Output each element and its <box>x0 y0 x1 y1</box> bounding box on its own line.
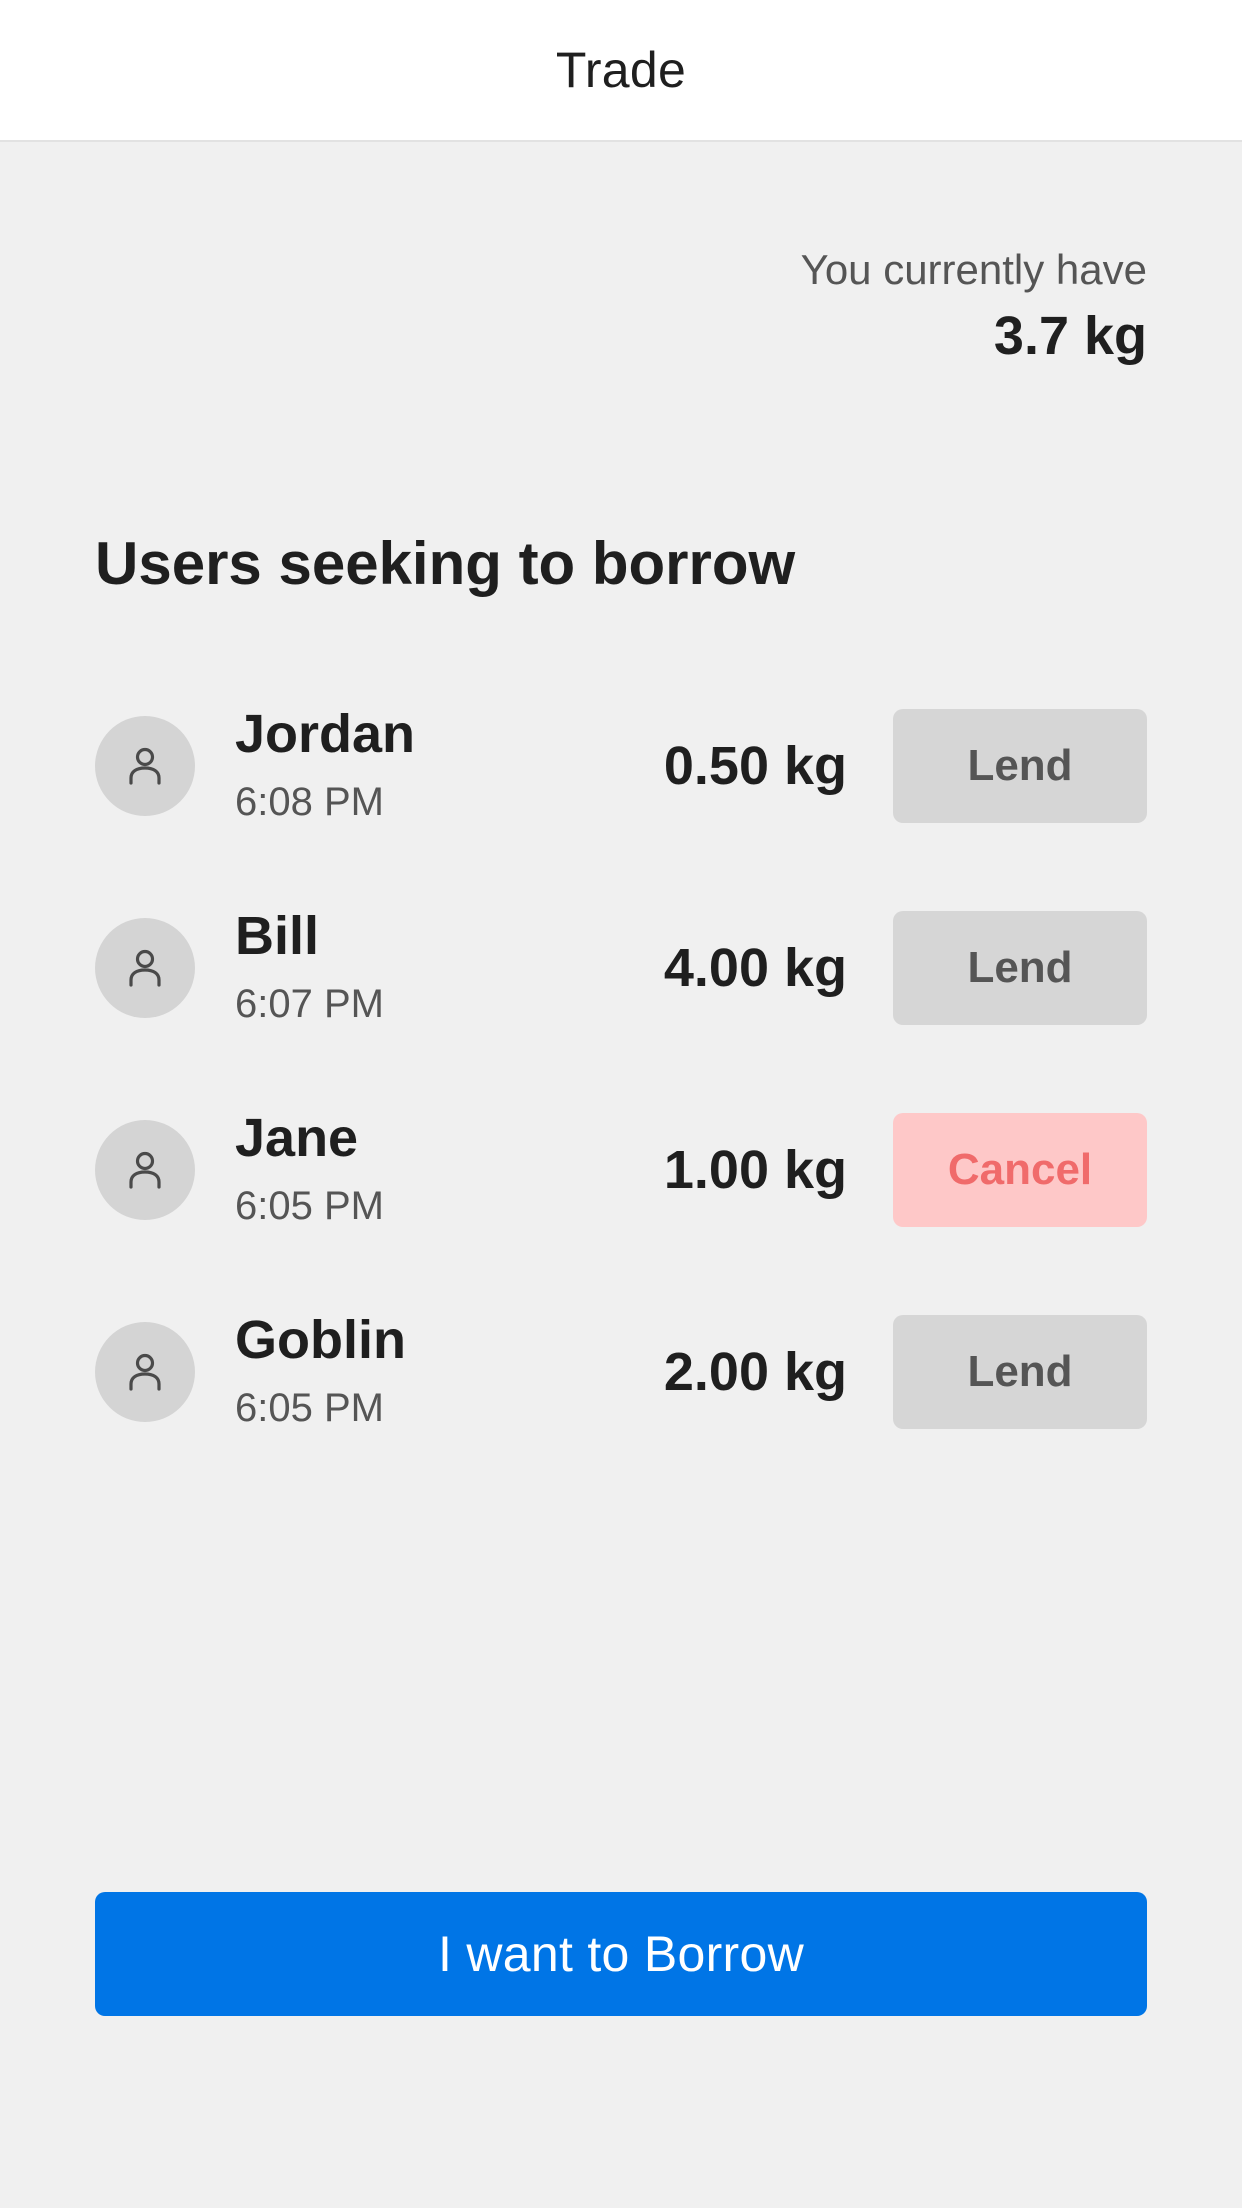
lend-button[interactable]: Lend <box>893 1315 1147 1429</box>
user-name: Goblin <box>235 1310 406 1370</box>
request-amount: 2.00 kg <box>663 1342 847 1402</box>
page-title: Trade <box>555 42 687 98</box>
avatar <box>95 918 195 1018</box>
request-time: 6:05 PM <box>235 1184 384 1228</box>
user-name: Jordan <box>235 704 416 764</box>
lend-button[interactable]: Lend <box>893 709 1147 823</box>
user-name: Jane <box>235 1108 359 1168</box>
person-icon <box>129 1151 161 1189</box>
request-time: 6:08 PM <box>235 780 384 824</box>
request-amount: 0.50 kg <box>663 736 847 796</box>
section-title: Users seeking to borrow <box>95 530 796 597</box>
request-amount: 4.00 kg <box>663 938 847 998</box>
request-time: 6:07 PM <box>235 982 384 1026</box>
avatar <box>95 716 195 816</box>
borrow-button[interactable]: I want to Borrow <box>95 1892 1147 2016</box>
balance-value: 3.7 kg <box>993 306 1147 366</box>
avatar <box>95 1322 195 1422</box>
list-item: Goblin 6:05 PM 2.00 kg Lend <box>95 1310 1147 1513</box>
person-icon <box>129 1353 161 1391</box>
request-amount: 1.00 kg <box>663 1140 847 1200</box>
person-icon <box>129 747 161 785</box>
lend-button[interactable]: Lend <box>893 911 1147 1025</box>
user-name: Bill <box>235 906 320 966</box>
balance-label: You currently have <box>800 246 1147 293</box>
person-icon <box>129 949 161 987</box>
cancel-button[interactable]: Cancel <box>893 1113 1147 1227</box>
borrow-request-list: Jordan 6:08 PM 0.50 kg Lend Bill 6:07 PM… <box>95 704 1147 1513</box>
nav-bar: Trade <box>0 0 1242 142</box>
list-item: Bill 6:07 PM 4.00 kg Lend <box>95 906 1147 1109</box>
balance-summary: You currently have 3.7 kg <box>801 240 1147 372</box>
avatar <box>95 1120 195 1220</box>
list-item: Jordan 6:08 PM 0.50 kg Lend <box>95 704 1147 907</box>
list-item: Jane 6:05 PM 1.00 kg Cancel <box>95 1108 1147 1311</box>
request-time: 6:05 PM <box>235 1386 384 1430</box>
